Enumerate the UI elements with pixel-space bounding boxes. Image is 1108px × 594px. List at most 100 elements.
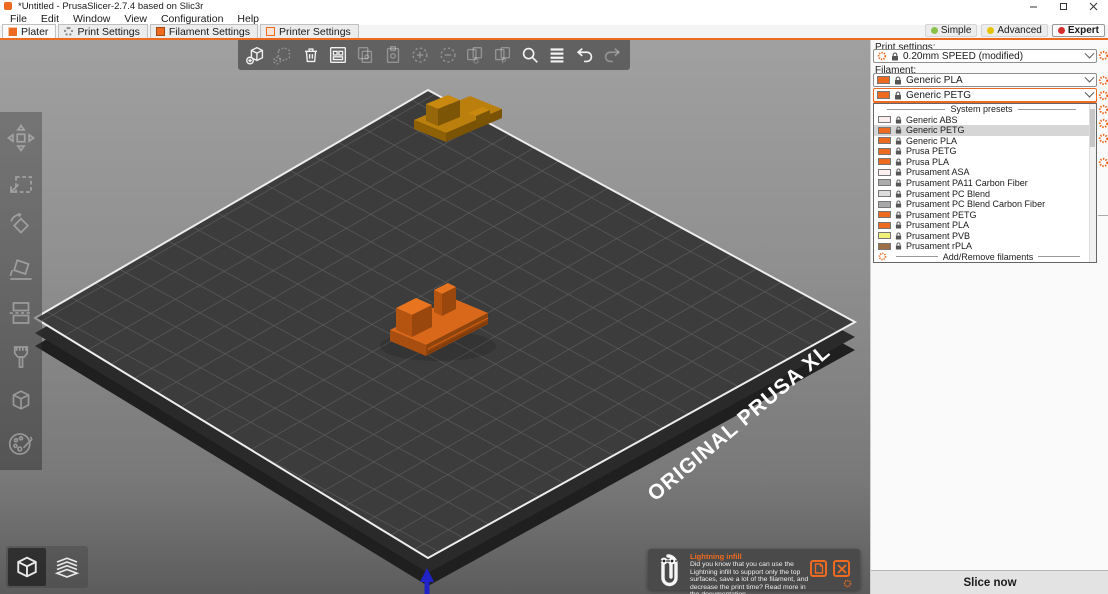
filament-color-swatch — [878, 211, 891, 218]
filament-color-swatch — [878, 190, 891, 197]
title-bar: *Untitled - PrusaSlicer-2.7.4 based on S… — [0, 0, 1108, 12]
filament-preset-item[interactable]: Generic PETG — [874, 125, 1089, 136]
filament-1-gear-button[interactable] — [1098, 75, 1108, 86]
filament-preset-item[interactable]: Generic PLA — [874, 136, 1089, 147]
maximize-button[interactable] — [1048, 0, 1078, 12]
add-object-button[interactable] — [244, 43, 268, 67]
print-settings-gear-button[interactable] — [1098, 50, 1108, 61]
split-to-parts-button[interactable]: P — [491, 43, 515, 67]
filament-preset-item[interactable]: Prusament PLA — [874, 220, 1089, 231]
filament-preset-item[interactable]: Prusa PLA — [874, 157, 1089, 168]
lock-icon — [895, 116, 902, 124]
filament-preset-item[interactable]: Prusament PC Blend Carbon Fiber — [874, 199, 1089, 210]
search-button[interactable] — [518, 43, 542, 67]
scrollbar-thumb[interactable] — [1090, 109, 1095, 147]
notification-gear-icon[interactable] — [843, 579, 852, 588]
menu-item[interactable]: File — [4, 13, 33, 25]
panel-separator — [1098, 215, 1108, 216]
undo-button[interactable] — [573, 43, 597, 67]
filament-preset-item[interactable]: Prusament rPLA — [874, 241, 1089, 252]
mode-button[interactable]: Expert — [1052, 24, 1105, 37]
close-button[interactable] — [1078, 0, 1108, 12]
filament-preset-item[interactable]: Prusament PA11 Carbon Fiber — [874, 178, 1089, 189]
filament-combo-2[interactable]: Generic PETG — [873, 88, 1097, 102]
add-remove-filaments-item[interactable]: Add/Remove filaments — [874, 251, 1089, 262]
delete-object-button[interactable] — [271, 43, 295, 67]
filament-color-swatch — [878, 169, 891, 176]
filament-2-gear-button[interactable] — [1098, 90, 1108, 101]
filament-preset-item[interactable]: Prusament PVB — [874, 230, 1089, 241]
mode-dot-icon — [987, 27, 994, 34]
wrench-gear-icon — [878, 252, 887, 261]
3d-viewport[interactable]: ORIGINAL PRUSA XL — [0, 40, 870, 594]
filament-3-gear-button[interactable] — [1098, 104, 1108, 115]
filament-combo-1[interactable]: Generic PLA — [873, 73, 1097, 87]
menu-item[interactable]: Help — [231, 13, 265, 25]
move-gizmo-button[interactable] — [5, 122, 37, 154]
filament-color-swatch — [878, 222, 891, 229]
settings-panel: Print settings: 0.20mm SPEED (modified) … — [870, 40, 1108, 594]
filament-preset-dropdown: System presets Generic ABS Generic PETG — [873, 103, 1097, 263]
filament-preset-item[interactable]: Generic ABS — [874, 115, 1089, 126]
lock-icon — [895, 158, 902, 166]
filament-icon — [156, 27, 165, 36]
redo-button[interactable] — [600, 43, 624, 67]
notification-body: Did you know that you can use the Lightn… — [690, 561, 814, 594]
scale-gizmo-button[interactable] — [5, 166, 37, 198]
variable-layer-height-button[interactable] — [545, 43, 569, 67]
tab-plater[interactable]: Plater — [2, 24, 56, 38]
tab-print-settings[interactable]: Print Settings — [58, 24, 147, 38]
filament-preset-item[interactable]: Prusament ASA — [874, 167, 1089, 178]
menu-item[interactable]: View — [118, 13, 153, 25]
rotate-gizmo-button[interactable] — [5, 209, 37, 241]
notification-close-icon[interactable] — [833, 560, 850, 577]
arrange-button[interactable] — [326, 43, 350, 67]
lock-icon — [895, 168, 902, 176]
paste-button[interactable] — [381, 43, 405, 67]
tab-bar: Plater Print Settings Filament Settings … — [0, 25, 1108, 40]
menu-item[interactable]: Configuration — [155, 13, 229, 25]
notification-title: Lightning infill — [690, 552, 742, 561]
filament-color-swatch — [878, 201, 891, 208]
app-icon — [4, 2, 12, 10]
3d-editor-view-button[interactable] — [8, 548, 46, 586]
filament-5-gear-button[interactable] — [1098, 133, 1108, 144]
filament-color-swatch — [878, 148, 891, 155]
filament-color-swatch — [878, 179, 891, 186]
mode-button[interactable]: Simple — [925, 24, 978, 37]
remove-instance-button[interactable] — [436, 43, 460, 67]
minimize-button[interactable] — [1018, 0, 1048, 12]
split-to-objects-button[interactable]: O — [463, 43, 487, 67]
lock-icon — [895, 211, 902, 219]
dropdown-scrollbar[interactable] — [1089, 104, 1096, 262]
delete-all-button[interactable] — [299, 43, 323, 67]
filament-preset-item[interactable]: Prusa PETG — [874, 146, 1089, 157]
multimaterial-painting-gizmo-button[interactable] — [5, 428, 37, 460]
filament-color-swatch — [878, 116, 891, 123]
paint-on-supports-gizmo-button[interactable] — [5, 341, 37, 373]
slice-now-button[interactable]: Slice now — [871, 570, 1108, 594]
filament-preset-item[interactable]: Prusament PC Blend — [874, 188, 1089, 199]
menu-item[interactable]: Edit — [35, 13, 65, 25]
filament-color-swatch — [878, 232, 891, 239]
tab-printer-settings[interactable]: Printer Settings — [260, 24, 359, 38]
print-preset-combo[interactable]: 0.20mm SPEED (modified) — [873, 49, 1097, 63]
lock-icon — [895, 126, 902, 134]
chevron-down-icon — [1085, 72, 1095, 82]
tab-filament-settings[interactable]: Filament Settings — [150, 24, 258, 38]
add-instance-button[interactable] — [408, 43, 432, 67]
cut-gizmo-button[interactable] — [5, 297, 37, 329]
preview-view-button[interactable] — [48, 548, 86, 586]
object-toolbar: O P — [238, 40, 630, 70]
chevron-down-icon — [1085, 48, 1095, 58]
printer-gear-button[interactable] — [1098, 157, 1108, 168]
seam-painting-gizmo-button[interactable] — [5, 384, 37, 416]
filament-4-gear-button[interactable] — [1098, 118, 1108, 129]
copy-button[interactable] — [353, 43, 377, 67]
place-on-face-gizmo-button[interactable] — [5, 253, 37, 285]
filament-preset-item[interactable]: Prusament PETG — [874, 209, 1089, 220]
menu-item[interactable]: Window — [67, 13, 116, 25]
lock-icon — [895, 200, 902, 208]
open-documentation-button[interactable] — [810, 560, 827, 577]
mode-button[interactable]: Advanced — [981, 24, 1047, 37]
